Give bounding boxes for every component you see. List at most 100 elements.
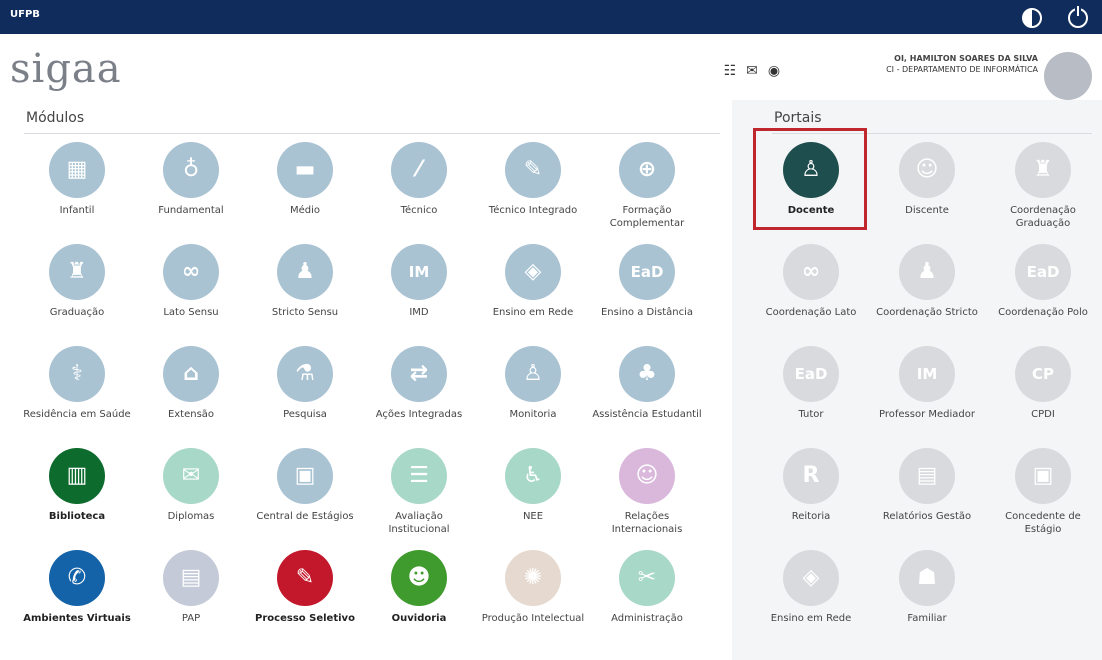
tile-ensino-em-rede[interactable]: ◈ Ensino em Rede [756, 550, 866, 625]
tile-avaliacao-institucional[interactable]: ☰ Avaliação Institucional [364, 448, 474, 536]
apps-grid-icon[interactable]: ☷ [722, 64, 738, 78]
blocks-icon[interactable]: ▦ [49, 142, 105, 198]
people-icon-glyph: ♟ [917, 259, 937, 284]
tile-fundamental[interactable]: ♁ Fundamental [136, 142, 246, 217]
tile-tecnico-integrado[interactable]: ✎ Técnico Integrado [478, 142, 588, 217]
student-icon[interactable]: ☺ [899, 142, 955, 198]
tile-graduacao[interactable]: ♜ Graduação [22, 244, 132, 319]
tile-familiar[interactable]: ☗ Familiar [872, 550, 982, 625]
briefcase-icon[interactable]: ▣ [277, 448, 333, 504]
graduation-cap-icon[interactable]: ♜ [49, 244, 105, 300]
brazil-map-icon[interactable]: ◈ [783, 550, 839, 606]
clipboard-icon[interactable]: ☰ [391, 448, 447, 504]
tile-residencia-em-saude[interactable]: ⚕ Residência em Saúde [22, 346, 132, 421]
tile-formacao-complementar[interactable]: ⊕ Formação Complementar [592, 142, 702, 230]
globe-people-icon[interactable]: ☺ [619, 448, 675, 504]
brazil-map-icon[interactable]: ◈ [505, 244, 561, 300]
edit-icon-glyph: ✎ [295, 565, 315, 590]
caps-icon[interactable]: ∞ [163, 244, 219, 300]
report-icon[interactable]: ▤ [899, 448, 955, 504]
tile-relatorios-gestao[interactable]: ▤ Relatórios Gestão [872, 448, 982, 523]
ruler-icon[interactable]: ⁄ [391, 142, 447, 198]
ead-tutor-icon-glyph: EaD [794, 365, 828, 383]
presentation-icon[interactable]: ▤ [163, 550, 219, 606]
tile-acoes-integradas[interactable]: ⇄ Ações Integradas [364, 346, 474, 421]
tile-assistencia-estudantil[interactable]: ♣ Assistência Estudantil [592, 346, 702, 421]
family-icon[interactable]: ☗ [899, 550, 955, 606]
tile-reitoria[interactable]: R Reitoria [756, 448, 866, 523]
group-icon[interactable]: ♣ [619, 346, 675, 402]
tile-imd[interactable]: IM IMD [364, 244, 474, 319]
tools-icon[interactable]: ✎ [505, 142, 561, 198]
tile-lato-sensu[interactable]: ∞ Lato Sensu [136, 244, 246, 319]
contrast-toggle-icon[interactable] [1022, 8, 1042, 28]
diploma-icon-glyph: ✉ [181, 463, 201, 488]
tile-pap[interactable]: ▤ PAP [136, 550, 246, 625]
globe-icon[interactable]: ◉ [766, 64, 782, 78]
tile-ensino-em-rede[interactable]: ◈ Ensino em Rede [478, 244, 588, 319]
tile-coordenacao-lato[interactable]: ∞ Coordenação Lato [756, 244, 866, 319]
chat-icon[interactable]: ✆ [49, 550, 105, 606]
tile-cpdi[interactable]: CP CPDI [988, 346, 1098, 421]
building-icon[interactable]: ⌂ [163, 346, 219, 402]
books-icon[interactable]: ▥ [49, 448, 105, 504]
wrench-icon[interactable]: ✂ [619, 550, 675, 606]
tile-pesquisa[interactable]: ⚗ Pesquisa [250, 346, 360, 421]
tile-biblioteca[interactable]: ▥ Biblioteca [22, 448, 132, 523]
network-icon[interactable]: ⇄ [391, 346, 447, 402]
graduation-cap-icon[interactable]: ♜ [1015, 142, 1071, 198]
diploma-icon[interactable]: ✉ [163, 448, 219, 504]
sigaa-logo[interactable]: sigaa [10, 46, 122, 92]
people-icon[interactable]: ♟ [277, 244, 333, 300]
briefcase-icon[interactable]: ▣ [1015, 448, 1071, 504]
tile-nee[interactable]: ♿ NEE [478, 448, 588, 523]
tile-extensao[interactable]: ⌂ Extensão [136, 346, 246, 421]
tile-central-de-estagios[interactable]: ▣ Central de Estágios [250, 448, 360, 523]
tile-processo-seletivo[interactable]: ✎ Processo Seletivo [250, 550, 360, 625]
teacher-icon-glyph: ♙ [523, 361, 543, 386]
tile-ambientes-virtuais[interactable]: ✆ Ambientes Virtuais [22, 550, 132, 625]
wheelchair-icon[interactable]: ♿ [505, 448, 561, 504]
tile-medio[interactable]: ▬ Médio [250, 142, 360, 217]
logout-power-icon[interactable] [1068, 6, 1088, 28]
portais-title: Portais [774, 110, 822, 126]
avatar[interactable] [1044, 52, 1092, 100]
tile-diplomas[interactable]: ✉ Diplomas [136, 448, 246, 523]
ead-tutor-icon[interactable]: EaD [783, 346, 839, 402]
tile-concedente-de-estagio[interactable]: ▣ Concedente de Estágio [988, 448, 1098, 536]
ead-icon-glyph: EaD [630, 263, 664, 281]
tile-infantil[interactable]: ▦ Infantil [22, 142, 132, 217]
tile-producao-intelectual[interactable]: ✺ Produção Intelectual [478, 550, 588, 625]
board-icon[interactable]: ⊕ [619, 142, 675, 198]
tile-stricto-sensu[interactable]: ♟ Stricto Sensu [250, 244, 360, 319]
tile-coordenacao-polo[interactable]: EaD Coordenação Polo [988, 244, 1098, 319]
ead-icon[interactable]: EaD [619, 244, 675, 300]
doctor-icon[interactable]: ⚕ [49, 346, 105, 402]
tile-tutor[interactable]: EaD Tutor [756, 346, 866, 421]
tile-relacoes-internacionais[interactable]: ☺ Relações Internacionais [592, 448, 702, 536]
lightbulb-icon[interactable]: ✺ [505, 550, 561, 606]
tile-tecnico[interactable]: ⁄ Técnico [364, 142, 474, 217]
imd-icon[interactable]: IM [899, 346, 955, 402]
tile-professor-mediador[interactable]: IM Professor Mediador [872, 346, 982, 421]
tile-ouvidoria[interactable]: ☻ Ouvidoria [364, 550, 474, 625]
tile-ensino-a-distancia[interactable]: EaD Ensino a Distância [592, 244, 702, 319]
tile-discente[interactable]: ☺ Discente [872, 142, 982, 217]
edit-icon[interactable]: ✎ [277, 550, 333, 606]
caps-icon[interactable]: ∞ [783, 244, 839, 300]
tile-coordenacao-graduacao[interactable]: ♜ Coordenação Graduação [988, 142, 1098, 230]
reitoria-icon[interactable]: R [783, 448, 839, 504]
imd-icon[interactable]: IM [391, 244, 447, 300]
tile-administracao[interactable]: ✂ Administração [592, 550, 702, 625]
tile-coordenacao-stricto[interactable]: ♟ Coordenação Stricto [872, 244, 982, 319]
ead-icon[interactable]: EaD [1015, 244, 1071, 300]
microscope-icon[interactable]: ♁ [163, 142, 219, 198]
people-icon[interactable]: ♟ [899, 244, 955, 300]
flask-icon[interactable]: ⚗ [277, 346, 333, 402]
book-icon[interactable]: ▬ [277, 142, 333, 198]
mail-icon[interactable]: ✉ [744, 64, 760, 78]
cpdi-icon[interactable]: CP [1015, 346, 1071, 402]
tile-monitoria[interactable]: ♙ Monitoria [478, 346, 588, 421]
headset-icon[interactable]: ☻ [391, 550, 447, 606]
teacher-icon[interactable]: ♙ [505, 346, 561, 402]
